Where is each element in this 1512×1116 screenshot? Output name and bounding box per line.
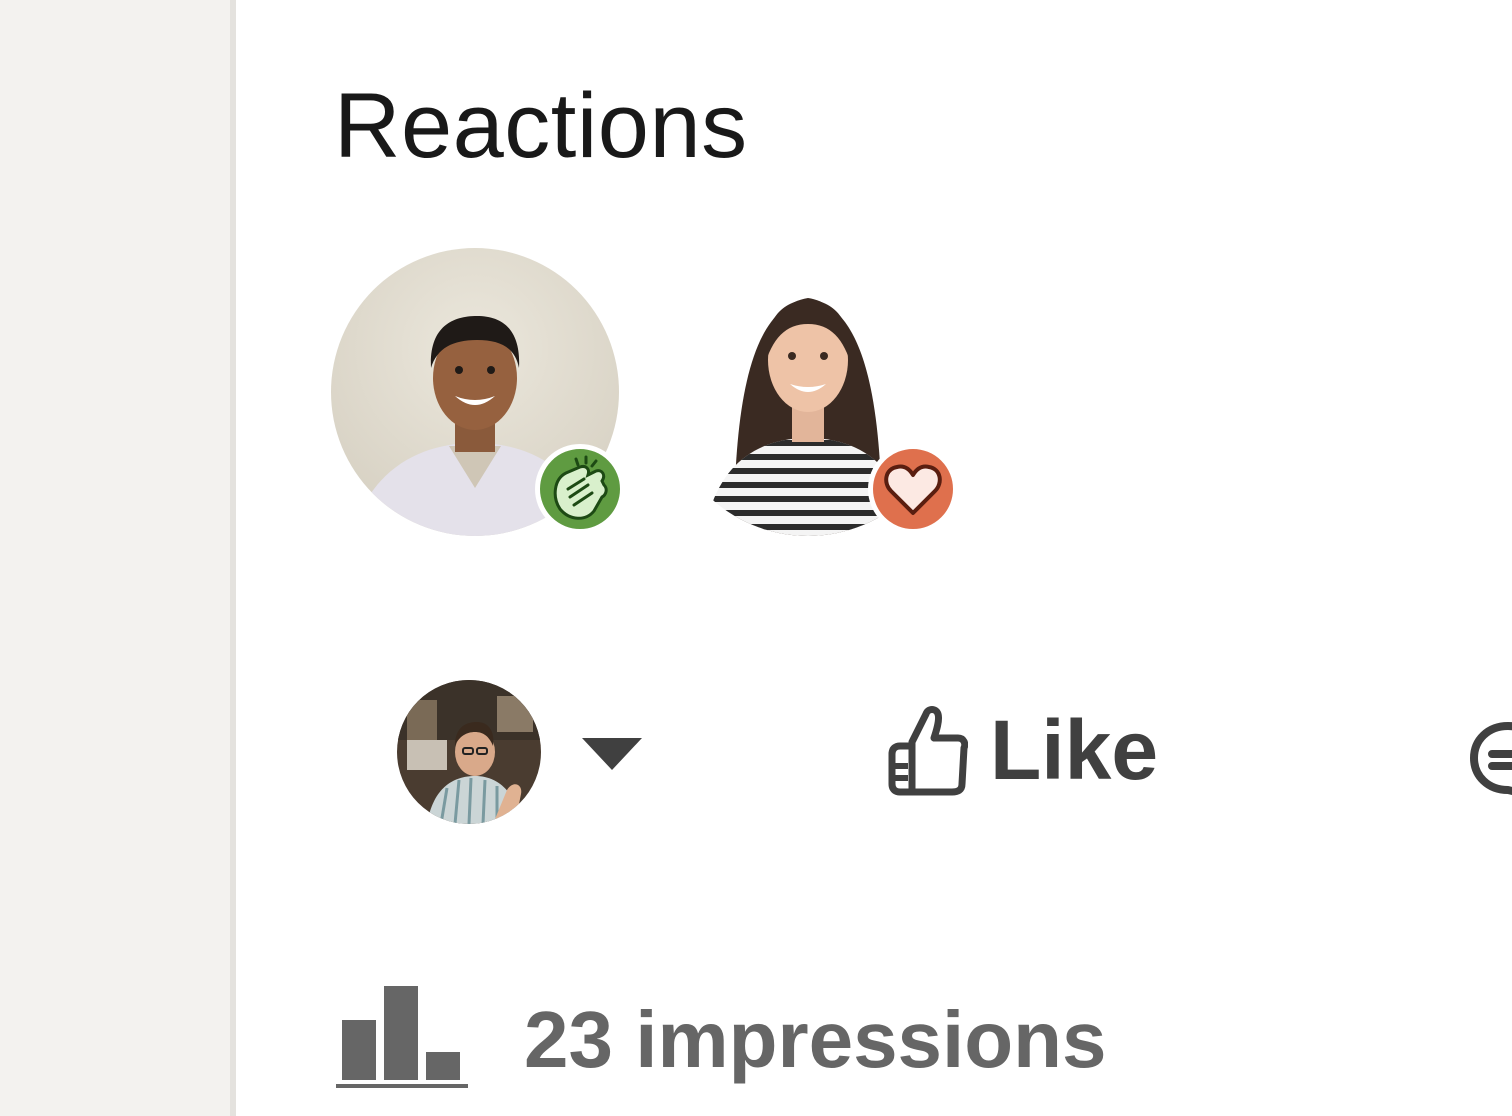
like-button[interactable]: Like (886, 700, 1158, 800)
impressions-count: 23 impressions (524, 995, 1107, 1084)
heart-icon (884, 464, 942, 515)
reactions-panel: Reactions Like 23 impressions (236, 0, 1512, 1116)
comment-button[interactable] (1468, 720, 1512, 800)
left-rail (0, 0, 236, 1116)
current-user-avatar[interactable] (397, 680, 541, 824)
reactor-avatar[interactable] (664, 248, 958, 536)
comment-icon (1470, 722, 1512, 796)
action-bar: Like (236, 650, 1512, 850)
like-label: Like (990, 703, 1159, 797)
chevron-down-icon[interactable] (582, 738, 642, 770)
clapping-hands-icon (553, 455, 608, 520)
bar-chart-icon (336, 986, 468, 1088)
reactor-avatar[interactable] (331, 248, 625, 536)
love-reaction-badge (868, 444, 958, 534)
celebrate-reaction-badge (535, 444, 625, 534)
impressions-link[interactable]: 23 impressions (336, 980, 1107, 1090)
page-title: Reactions (334, 75, 748, 177)
thumbs-up-icon (888, 706, 968, 796)
